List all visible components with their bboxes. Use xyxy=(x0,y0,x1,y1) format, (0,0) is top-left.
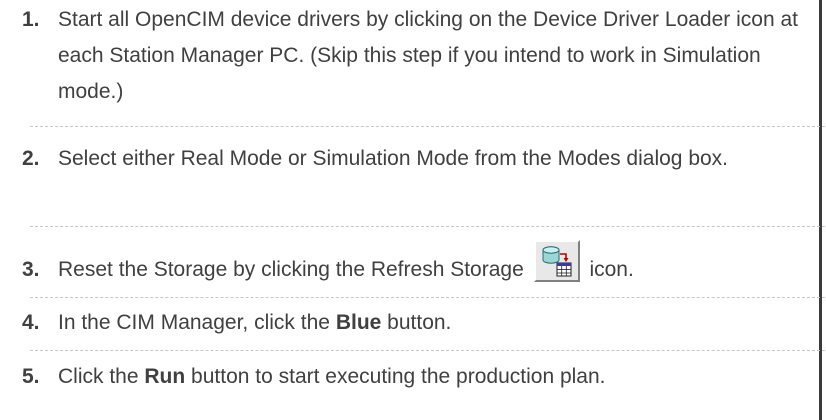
document-page: 1. Start all OpenCIM device drivers by c… xyxy=(0,0,826,420)
step-5: 5. Click the Run button to start executi… xyxy=(22,359,798,395)
step-number: 5. xyxy=(22,365,40,388)
step-divider xyxy=(30,126,826,127)
step-divider xyxy=(30,350,826,351)
step-number: 2. xyxy=(22,147,40,170)
step-number: 3. xyxy=(22,258,40,281)
step-divider xyxy=(30,297,826,298)
step-number: 4. xyxy=(22,311,40,334)
step-text: In the CIM Manager, click the Blue butto… xyxy=(58,305,798,341)
step-4: 4. In the CIM Manager, click the Blue bu… xyxy=(22,305,798,341)
blue-button-name: Blue xyxy=(335,311,382,334)
step-3: 3. Reset the Storage by clicking the Ref… xyxy=(22,240,798,288)
step-1: 1. Start all OpenCIM device drivers by c… xyxy=(22,2,798,110)
run-button-name: Run xyxy=(144,365,186,388)
step-text-before: Reset the Storage by clicking the Refres… xyxy=(58,258,524,281)
refresh-storage-icon xyxy=(533,240,580,283)
step-number: 1. xyxy=(22,8,40,31)
step-text-after: icon. xyxy=(589,258,634,281)
step-text-after: button to start executing the production… xyxy=(191,365,606,388)
step-text-before: In the CIM Manager, click the xyxy=(58,311,330,334)
step-text: Reset the Storage by clicking the Refres… xyxy=(58,240,798,288)
step-2: 2. Select either Real Mode or Simulation… xyxy=(22,141,798,177)
step-text-after: button. xyxy=(387,311,452,334)
step-text: Start all OpenCIM device drivers by clic… xyxy=(58,8,798,103)
step-text-before: Click the xyxy=(58,365,139,388)
step-text: Select either Real Mode or Simulation Mo… xyxy=(58,147,729,170)
step-text: Click the Run button to start executing … xyxy=(58,359,798,395)
step-divider xyxy=(30,226,826,227)
